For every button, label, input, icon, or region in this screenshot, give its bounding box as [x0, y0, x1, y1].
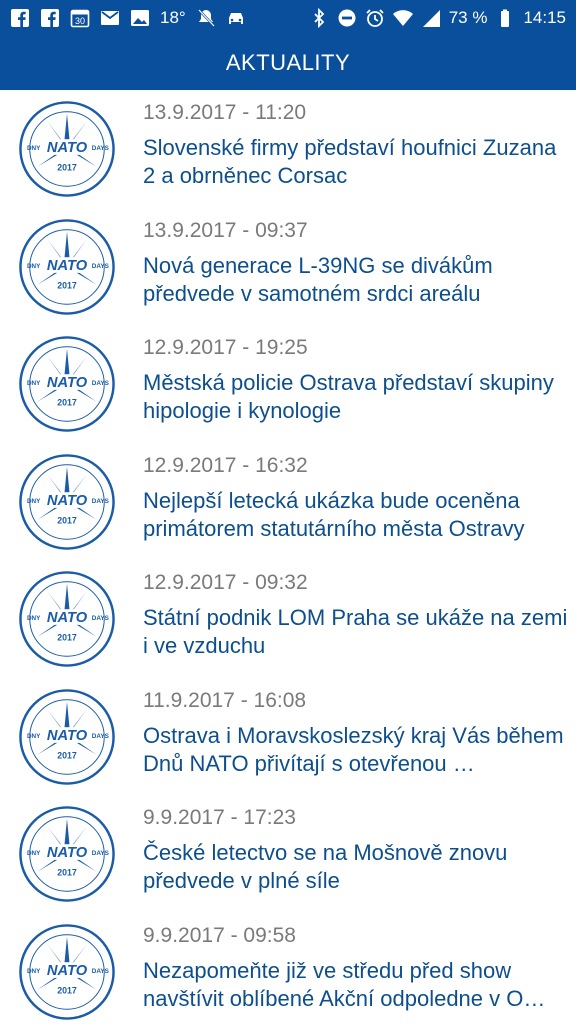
logo-right-text: DAYS	[92, 615, 109, 622]
news-title[interactable]: Státní podnik LOM Praha se ukáže na zemi…	[143, 604, 570, 660]
news-item-text: 9.9.2017 - 17:23 České letectvo se na Mo…	[143, 805, 570, 895]
nato-days-logo: NATO DNY DAYS 2017	[19, 218, 115, 315]
news-title[interactable]: Slovenské firmy představí houfnici Zuzan…	[143, 134, 570, 190]
news-list-item[interactable]: NATO DNY DAYS 2017 12.9.2017 - 09:32 Stá…	[0, 560, 576, 678]
logo-year-text: 2017	[57, 515, 77, 525]
news-item-text: 11.9.2017 - 16:08 Ostrava i Moravskoslez…	[143, 688, 570, 778]
nato-days-logo: NATO DNY DAYS 2017	[19, 453, 115, 550]
logo-center-text: NATO	[47, 257, 88, 273]
logo-center-text: NATO	[47, 140, 88, 156]
logo-year-text: 2017	[57, 985, 77, 995]
news-date: 11.9.2017 - 16:08	[143, 688, 307, 712]
logo-left-text: DNY	[27, 145, 41, 152]
status-bar-notifications: 30 18°	[10, 8, 246, 28]
nato-days-logo: NATO DNY DAYS 2017	[19, 571, 115, 667]
logo-center-text: NATO	[47, 962, 88, 978]
temperature: 18°	[160, 8, 186, 27]
nato-days-logo: NATO DNY DAYS 2017	[19, 806, 115, 902]
mute-icon	[196, 8, 216, 28]
logo-left-text: DNY	[27, 380, 41, 387]
logo-year-text: 2017	[57, 750, 77, 760]
logo-center-text: NATO	[47, 610, 88, 626]
nato-days-logo: NATO DNY DAYS 2017	[19, 336, 115, 432]
logo-left-text: DNY	[27, 262, 41, 269]
news-list-item[interactable]: NATO DNY DAYS 2017 11.9.2017 - 16:08 Ost…	[0, 678, 576, 796]
news-list-item[interactable]: NATO DNY DAYS 2017 9.9.2017 - 17:23 Česk…	[0, 795, 576, 913]
nato-days-logo: NATO DNY DAYS 2017	[19, 688, 115, 785]
logo-right-text: DAYS	[92, 145, 109, 152]
facebook-icon	[40, 8, 60, 28]
logo-right-text: DAYS	[92, 497, 109, 504]
logo-year-text: 2017	[57, 163, 77, 173]
image-icon	[130, 8, 150, 28]
logo-year-text: 2017	[57, 633, 77, 643]
facebook-icon	[10, 8, 30, 28]
news-date: 9.9.2017 - 09:58	[143, 923, 296, 947]
news-date: 12.9.2017 - 09:32	[143, 571, 308, 594]
logo-center-text: NATO	[47, 727, 88, 743]
news-list-item[interactable]: NATO DNY DAYS 2017 12.9.2017 - 19:25 Měs…	[0, 325, 576, 443]
car-icon	[226, 8, 246, 28]
news-title[interactable]: Nejlepší letecká ukázka bude oceněna pri…	[143, 487, 570, 543]
news-list-item[interactable]: NATO DNY DAYS 2017 13.9.2017 - 09:37 Nov…	[0, 208, 576, 326]
news-title[interactable]: Nezapomeňte již ve středu před show navš…	[143, 957, 570, 1013]
app-bar: AKTUALITY	[0, 36, 576, 90]
news-list-item[interactable]: NATO DNY DAYS 2017 12.9.2017 - 16:32 Nej…	[0, 443, 576, 561]
nato-days-logo: NATO DNY DAYS 2017	[19, 923, 115, 1020]
calendar-day: 30	[75, 16, 85, 26]
status-bar: 30 18° 73 % 14:15	[0, 0, 576, 36]
news-date: 13.9.2017 - 11:20	[143, 101, 307, 124]
logo-year-text: 2017	[57, 868, 77, 878]
logo-left-text: DNY	[27, 615, 41, 622]
nato-days-logo: NATO DNY DAYS 2017	[19, 101, 115, 197]
logo-left-text: DNY	[27, 850, 41, 857]
news-title[interactable]: Nová generace L-39NG se divákům předvede…	[143, 252, 570, 308]
signal-icon	[421, 8, 441, 28]
logo-year-text: 2017	[57, 280, 77, 290]
calendar-icon: 30	[70, 8, 90, 28]
news-date: 9.9.2017 - 17:23	[143, 806, 296, 829]
news-item-text: 12.9.2017 - 09:32 Státní podnik LOM Prah…	[143, 570, 570, 660]
news-list-item[interactable]: NATO DNY DAYS 2017 13.9.2017 - 11:20 Slo…	[0, 90, 576, 208]
news-item-text: 9.9.2017 - 09:58 Nezapomeňte již ve stře…	[143, 923, 570, 1013]
mail-icon	[100, 8, 120, 28]
news-title[interactable]: Městská policie Ostrava představí skupin…	[143, 369, 570, 425]
news-item-text: 13.9.2017 - 11:20 Slovenské firmy předst…	[143, 100, 570, 190]
logo-right-text: DAYS	[92, 850, 109, 857]
logo-right-text: DAYS	[92, 262, 109, 269]
clock: 14:15	[523, 8, 566, 27]
news-date: 12.9.2017 - 16:32	[143, 453, 308, 477]
battery-percentage: 73 %	[448, 8, 488, 27]
news-list[interactable]: NATO DNY DAYS 2017 13.9.2017 - 11:20 Slo…	[0, 90, 576, 1024]
battery-icon	[495, 8, 515, 28]
logo-right-text: DAYS	[92, 967, 109, 974]
news-date: 13.9.2017 - 09:37	[143, 218, 308, 242]
logo-center-text: NATO	[47, 492, 88, 508]
wifi-icon	[392, 8, 413, 28]
logo-right-text: DAYS	[92, 380, 109, 387]
do-not-disturb-icon	[337, 8, 357, 28]
news-title[interactable]: České letectvo se na Mošnově znovu předv…	[143, 839, 570, 895]
status-bar-system: 73 % 14:15	[309, 8, 566, 28]
news-item-text: 12.9.2017 - 19:25 Městská policie Ostrav…	[143, 335, 570, 425]
logo-year-text: 2017	[57, 398, 77, 408]
news-item-text: 13.9.2017 - 09:37 Nová generace L-39NG s…	[143, 218, 570, 308]
logo-center-text: NATO	[47, 375, 88, 391]
alarm-icon	[365, 8, 385, 28]
news-item-text: 12.9.2017 - 16:32 Nejlepší letecká ukázk…	[143, 453, 570, 543]
news-date: 12.9.2017 - 19:25	[143, 336, 308, 359]
logo-center-text: NATO	[47, 845, 88, 861]
news-title[interactable]: Ostrava i Moravskoslezský kraj Vás během…	[143, 722, 570, 778]
logo-left-text: DNY	[27, 967, 41, 974]
news-list-item[interactable]: NATO DNY DAYS 2017 9.9.2017 - 09:58 Neza…	[0, 913, 576, 1024]
logo-left-text: DNY	[27, 497, 41, 504]
bluetooth-icon	[309, 8, 329, 28]
page-title: AKTUALITY	[225, 50, 351, 75]
logo-left-text: DNY	[27, 732, 41, 739]
logo-right-text: DAYS	[92, 732, 109, 739]
